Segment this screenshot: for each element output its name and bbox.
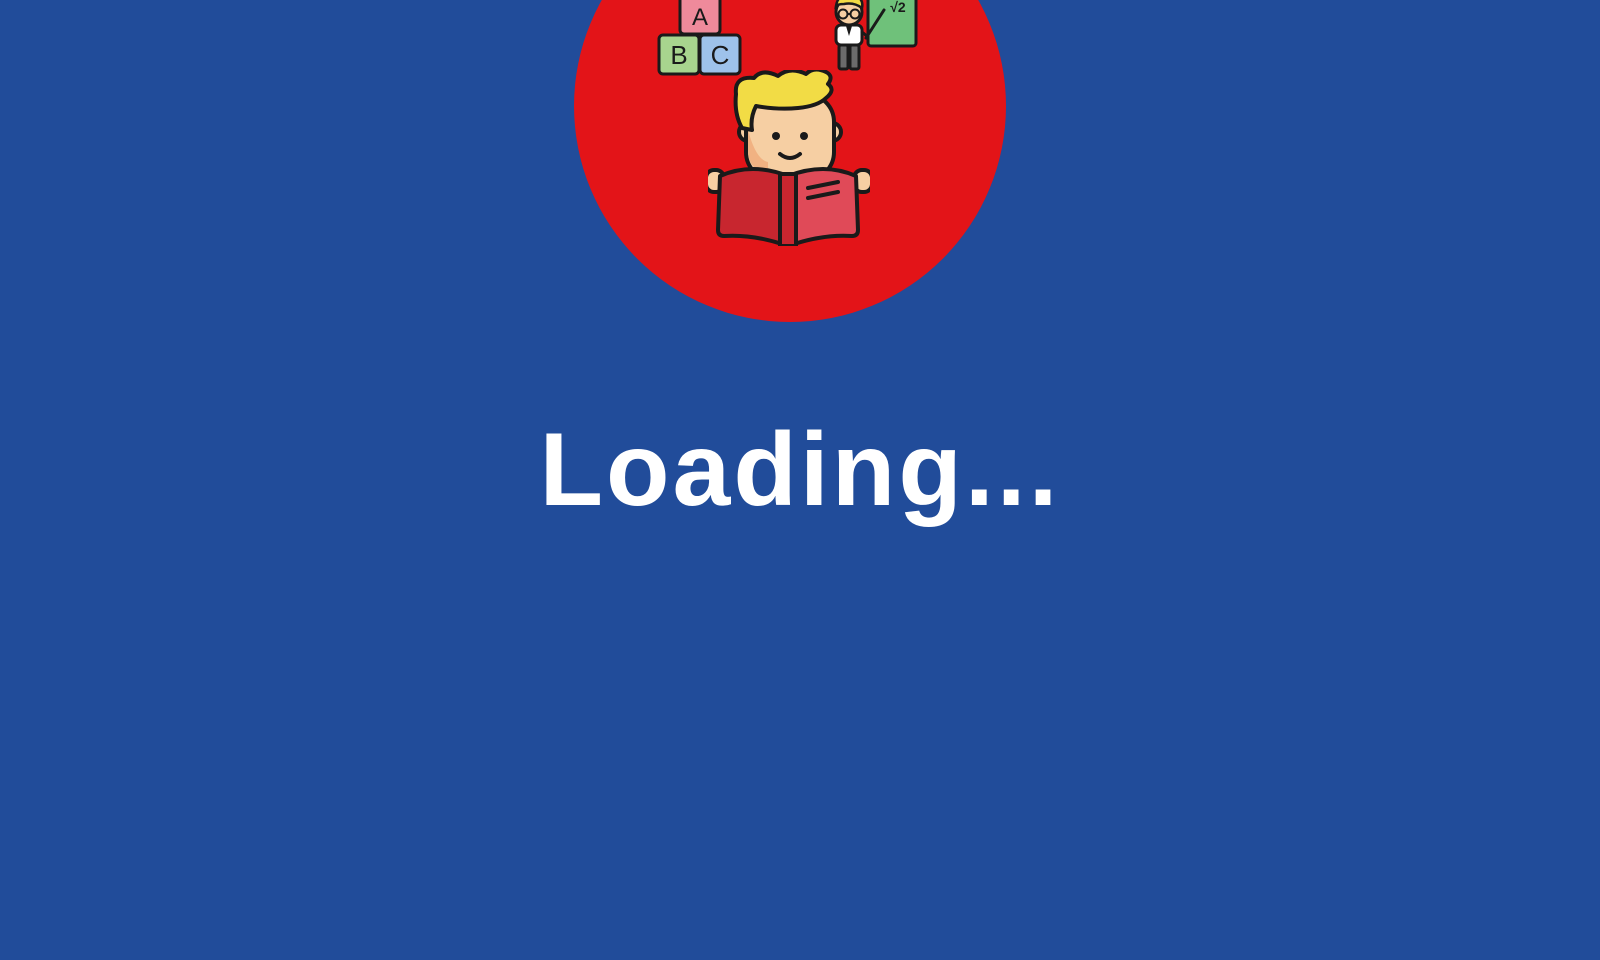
block-letter-b: B: [670, 40, 687, 70]
teacher-icon: √2: [834, 0, 918, 71]
loading-label: Loading...: [539, 412, 1061, 528]
block-letter-c: C: [711, 40, 730, 70]
child-reading-book-icon: [708, 70, 870, 246]
block-letter-a: A: [692, 4, 708, 31]
loading-screen: A B C √2 Loading...: [0, 0, 1600, 960]
abc-blocks-icon: A B C: [657, 0, 742, 76]
board-text: √2: [890, 0, 906, 15]
